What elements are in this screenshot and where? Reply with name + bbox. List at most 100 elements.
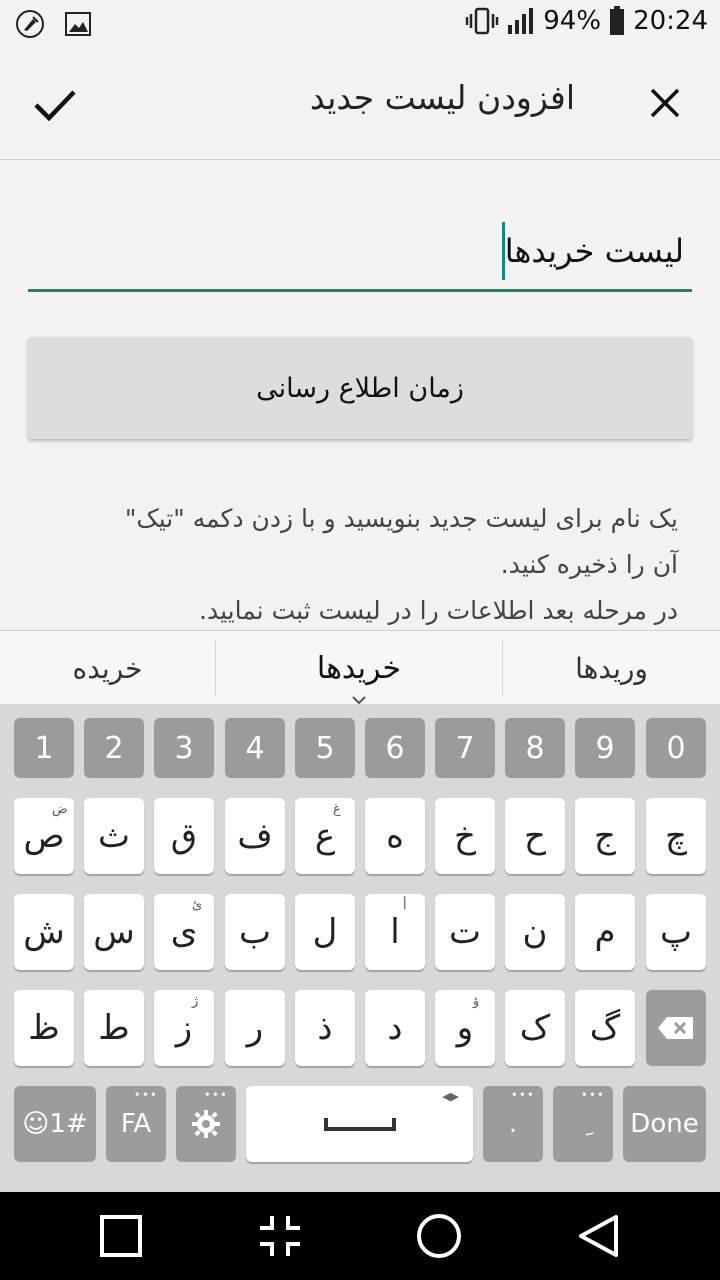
key-letter[interactable]: ه	[365, 798, 425, 874]
key-letter[interactable]: س	[84, 894, 144, 970]
key-hint: غ	[333, 802, 341, 817]
list-name-input[interactable]: لیست خریدها	[28, 206, 692, 292]
key-letter[interactable]: أا	[365, 894, 425, 970]
key-hint: ؤ	[473, 994, 480, 1009]
key-letter[interactable]: ق	[154, 798, 214, 874]
list-name-value: لیست خریدها	[504, 232, 684, 270]
key-hint: ض	[52, 802, 68, 817]
key-label: ع	[314, 816, 336, 856]
gear-icon	[192, 1110, 220, 1138]
key-label: ا	[390, 912, 400, 952]
key-label: ح	[524, 816, 546, 856]
key-letter[interactable]: پ	[646, 894, 706, 970]
key-letter[interactable]: ذ	[295, 990, 355, 1066]
key-label: ل	[312, 912, 338, 952]
split-screen-icon[interactable]	[254, 1210, 306, 1262]
period-key[interactable]: •••.	[483, 1086, 543, 1162]
key-letter[interactable]: ل	[295, 894, 355, 970]
key-label: ش	[23, 912, 65, 952]
key-letter[interactable]: خ	[435, 798, 495, 874]
key-hint: ئ	[192, 898, 203, 913]
app-bar: افزودن لیست جدید	[0, 50, 720, 160]
key-letter[interactable]: ب	[225, 894, 285, 970]
key-label: چ	[665, 816, 687, 856]
language-key[interactable]: ••• FA	[106, 1086, 166, 1162]
key-letter[interactable]: گ	[575, 990, 635, 1066]
backspace-icon	[658, 1017, 693, 1039]
key-4[interactable]: 4	[225, 718, 285, 778]
key-letter[interactable]: ث	[84, 798, 144, 874]
key-label: FA	[120, 1109, 152, 1139]
kasra-key[interactable]: •••ِ	[553, 1086, 613, 1162]
recent-apps-icon[interactable]	[95, 1210, 147, 1262]
home-icon[interactable]	[413, 1210, 465, 1262]
suggestion-right[interactable]: وریدها	[503, 631, 720, 705]
key-1[interactable]: 1	[14, 718, 74, 778]
key-label: .	[508, 1109, 518, 1139]
key-2[interactable]: 2	[84, 718, 144, 778]
notification-time-button[interactable]: زمان اطلاع رسانی	[28, 337, 692, 439]
key-hint: أ	[403, 898, 407, 913]
key-label: ت	[448, 912, 481, 952]
vibrate-icon	[465, 7, 499, 35]
key-letter[interactable]: ت	[435, 894, 495, 970]
key-letter[interactable]: ر	[225, 990, 285, 1066]
more-dots: •••	[133, 1088, 158, 1102]
settings-key[interactable]: •••	[176, 1086, 236, 1162]
help-line: آن را ذخیره کنید.	[500, 550, 678, 579]
key-label: ک	[519, 1008, 551, 1048]
key-label: ر	[246, 1008, 264, 1048]
close-icon[interactable]	[640, 78, 690, 128]
key-5[interactable]: 5	[295, 718, 355, 778]
key-label: پ	[659, 912, 692, 952]
keyboard: 1 2 3 4 5 6 7 8 9 0 ضص ث ق ف غع ه خ ح ج …	[0, 704, 720, 1192]
key-label: ظ	[28, 1008, 60, 1048]
key-8[interactable]: 8	[505, 718, 565, 778]
chevron-down-icon[interactable]	[350, 691, 368, 705]
key-3[interactable]: 3	[154, 718, 214, 778]
backspace-key[interactable]	[646, 990, 706, 1066]
key-letter[interactable]: م	[575, 894, 635, 970]
key-label: ن	[522, 912, 548, 952]
check-icon[interactable]	[30, 80, 80, 130]
key-letter[interactable]: چ	[646, 798, 706, 874]
key-letter[interactable]: غع	[295, 798, 355, 874]
key-letter[interactable]: ج	[575, 798, 635, 874]
space-key[interactable]: ◀▶	[246, 1086, 473, 1162]
signal-icon	[507, 7, 535, 35]
key-label: و	[456, 1008, 474, 1048]
key-0[interactable]: 0	[646, 718, 706, 778]
key-label: خ	[454, 816, 476, 856]
help-text: یک نام برای لیست جدید بنویسید و با زدن د…	[38, 496, 678, 634]
key-letter[interactable]: ک	[505, 990, 565, 1066]
image-icon	[62, 8, 94, 40]
battery-icon	[609, 6, 625, 36]
key-letter[interactable]: ط	[84, 990, 144, 1066]
key-letter[interactable]: ظ	[14, 990, 74, 1066]
key-letter[interactable]: ن	[505, 894, 565, 970]
form-content: لیست خریدها زمان اطلاع رسانی یک نام برای…	[0, 161, 720, 630]
back-icon[interactable]	[572, 1210, 624, 1262]
key-letter[interactable]: ژز	[154, 990, 214, 1066]
key-label: ف	[237, 816, 273, 856]
key-letter[interactable]: ئی	[154, 894, 214, 970]
symbols-key[interactable]: ☺1#	[14, 1086, 96, 1162]
key-letter[interactable]: ؤو	[435, 990, 495, 1066]
key-letter[interactable]: ضص	[14, 798, 74, 874]
clock: 20:24	[633, 6, 708, 36]
help-line: یک نام برای لیست جدید بنویسید و با زدن د…	[124, 504, 678, 533]
key-label: ب	[238, 912, 271, 952]
key-label: ث	[97, 816, 130, 856]
key-letter[interactable]: ح	[505, 798, 565, 874]
key-letter[interactable]: د	[365, 990, 425, 1066]
suggestion-left[interactable]: خریده	[0, 631, 215, 705]
key-9[interactable]: 9	[575, 718, 635, 778]
done-key[interactable]: Done	[623, 1086, 706, 1162]
key-letter[interactable]: ش	[14, 894, 74, 970]
key-7[interactable]: 7	[435, 718, 495, 778]
key-6[interactable]: 6	[365, 718, 425, 778]
key-label: م	[594, 912, 616, 952]
key-letter[interactable]: ف	[225, 798, 285, 874]
page-title: افزودن لیست جدید	[309, 78, 575, 117]
cleaner-icon	[14, 8, 46, 40]
